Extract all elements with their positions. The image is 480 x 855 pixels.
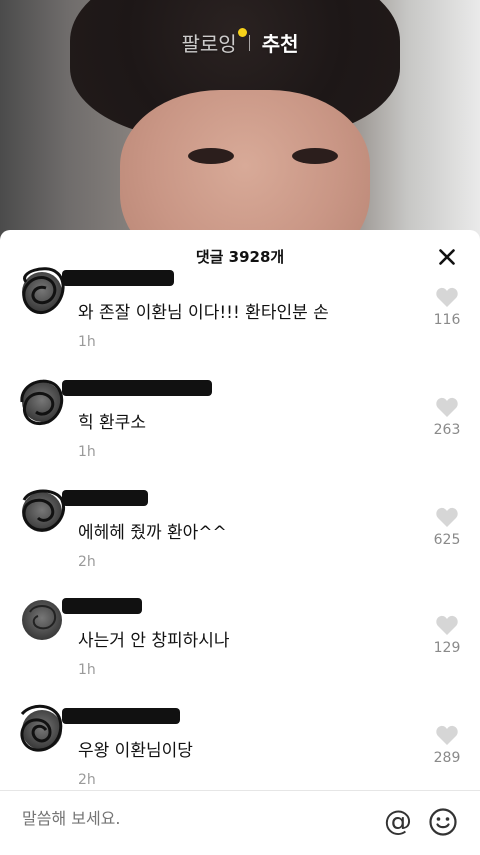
redacted-username	[62, 598, 142, 614]
close-icon[interactable]	[434, 244, 460, 270]
like-button[interactable]: 263	[432, 396, 462, 438]
comment-time: 2h	[78, 554, 96, 570]
heart-icon	[436, 397, 458, 417]
redacted-username	[62, 270, 174, 286]
tab-following-label: 팔로잉	[181, 32, 237, 56]
like-count: 129	[433, 640, 461, 656]
comment-item[interactable]: 힉 환쿠소 1h 263	[0, 378, 480, 478]
comment-text: 힉 환쿠소	[78, 413, 146, 433]
comment-item[interactable]: 사는거 안 창피하시나 1h 129	[0, 596, 480, 696]
tab-following[interactable]: 팔로잉	[181, 28, 247, 57]
comment-item[interactable]: 와 존잘 이환님 이다!!! 환타인분 손 1h 116	[0, 267, 480, 368]
comment-text: 우왕 이환님이당	[78, 741, 193, 761]
tab-recommended[interactable]: 추천	[262, 28, 299, 57]
like-button[interactable]: 116	[432, 286, 462, 328]
redacted-username	[62, 380, 212, 396]
tab-separator	[248, 34, 250, 51]
comment-time: 1h	[78, 662, 96, 678]
comments-sheet: 댓글 3928개 와 존잘 이환님 이다!!! 환타인분 손 1h 116 힉 …	[0, 230, 480, 854]
feed-tabs: 팔로잉 추천	[0, 28, 480, 57]
avatar[interactable]	[22, 600, 62, 640]
heart-icon	[436, 615, 458, 635]
avatar[interactable]	[22, 489, 65, 532]
redacted-username	[62, 708, 180, 724]
video-person-face	[120, 90, 370, 240]
heart-icon	[436, 287, 458, 307]
comment-time: 1h	[78, 334, 96, 350]
avatar[interactable]	[20, 379, 64, 425]
comment-input[interactable]	[22, 809, 342, 828]
video-person-eye-right	[292, 148, 338, 164]
like-button[interactable]: 625	[432, 506, 462, 548]
comment-time: 1h	[78, 444, 96, 460]
like-count: 263	[433, 422, 461, 438]
comment-item[interactable]: 에헤헤 줬까 환아^^ 2h 625	[0, 488, 480, 588]
smiley-icon[interactable]	[428, 807, 458, 837]
comment-input-bar: @	[0, 790, 480, 855]
avatar[interactable]	[22, 267, 65, 315]
notification-dot	[237, 28, 247, 37]
heart-icon	[436, 507, 458, 527]
like-button[interactable]: 289	[432, 724, 462, 766]
redacted-username	[62, 490, 148, 506]
video-person-eye-left	[188, 148, 234, 164]
comment-text: 에헤헤 줬까 환아^^	[78, 523, 227, 543]
mention-button[interactable]: @	[384, 807, 412, 835]
like-count: 116	[433, 312, 461, 328]
like-count: 289	[433, 750, 461, 766]
comment-text: 사는거 안 창피하시나	[78, 631, 230, 651]
comments-count-title: 댓글 3928개	[195, 248, 285, 266]
comment-text: 와 존잘 이환님 이다!!! 환타인분 손	[78, 303, 329, 323]
like-count: 625	[433, 532, 461, 548]
like-button[interactable]: 129	[432, 614, 462, 656]
avatar[interactable]	[20, 704, 63, 752]
heart-icon	[436, 725, 458, 745]
comment-time: 2h	[78, 772, 96, 788]
